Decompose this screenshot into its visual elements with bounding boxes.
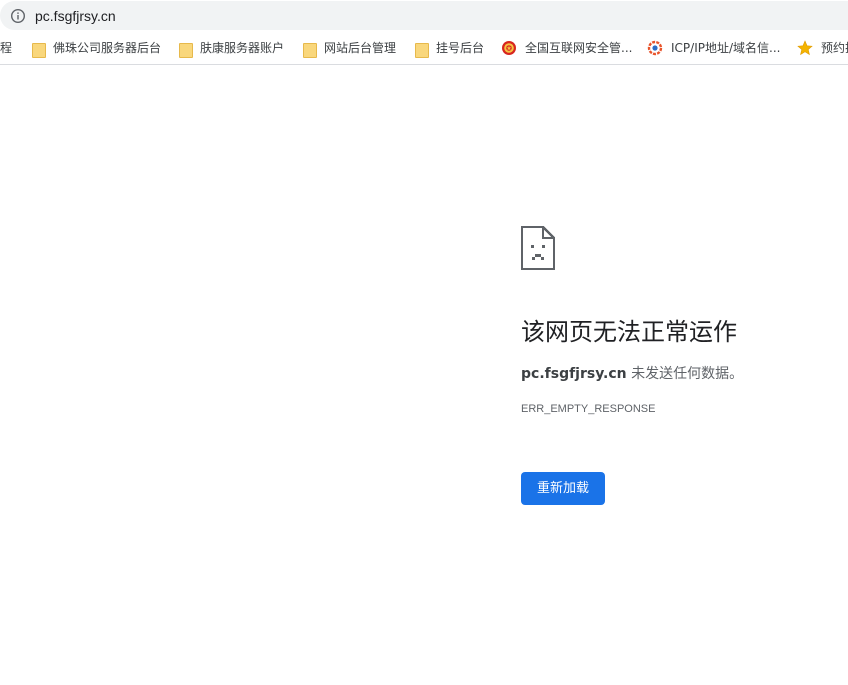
bookmark-label: 网站后台管理 — [324, 41, 397, 55]
folder-icon — [178, 40, 194, 58]
bookmark-label: 挂号后台 — [436, 41, 485, 55]
emblem-icon — [502, 41, 516, 55]
bookmark-label: 全国互联网安全管... — [525, 41, 633, 55]
folder-icon — [302, 40, 318, 58]
bookmark-label: 程 — [0, 41, 13, 55]
bookmark-label: 肤康服务器账户 — [200, 41, 285, 55]
star-icon — [797, 40, 813, 56]
omnibox[interactable]: pc.fsgfjrsy.cn — [0, 1, 848, 30]
bookmark-label: 佛珠公司服务器后台 — [53, 41, 162, 55]
bookmarks-bar: 程 佛珠公司服务器后台 肤康服务器账户 网站后台管理 挂号后台 全国互联网安全管… — [0, 31, 848, 65]
bookmark-label: ICP/IP地址/域名信... — [671, 41, 781, 55]
reload-button[interactable]: 重新加载 — [521, 472, 605, 505]
error-message: 未发送任何数据。 — [626, 366, 744, 382]
error-host: pc.fsgfjrsy.cn — [521, 366, 627, 382]
error-description: pc.fsgfjrsy.cn 未发送任何数据。 — [521, 364, 743, 384]
bookmark-label: 预约挂 — [821, 41, 848, 55]
error-code: ERR_EMPTY_RESPONSE — [521, 403, 656, 415]
error-title: 该网页无法正常运作 — [521, 318, 737, 346]
sad-page-icon — [521, 226, 555, 270]
folder-icon — [31, 40, 47, 58]
folder-icon — [414, 40, 430, 58]
url-text[interactable]: pc.fsgfjrsy.cn — [35, 6, 116, 26]
icp-icon — [647, 40, 663, 56]
info-icon[interactable] — [10, 8, 26, 24]
address-bar: pc.fsgfjrsy.cn — [0, 0, 848, 31]
